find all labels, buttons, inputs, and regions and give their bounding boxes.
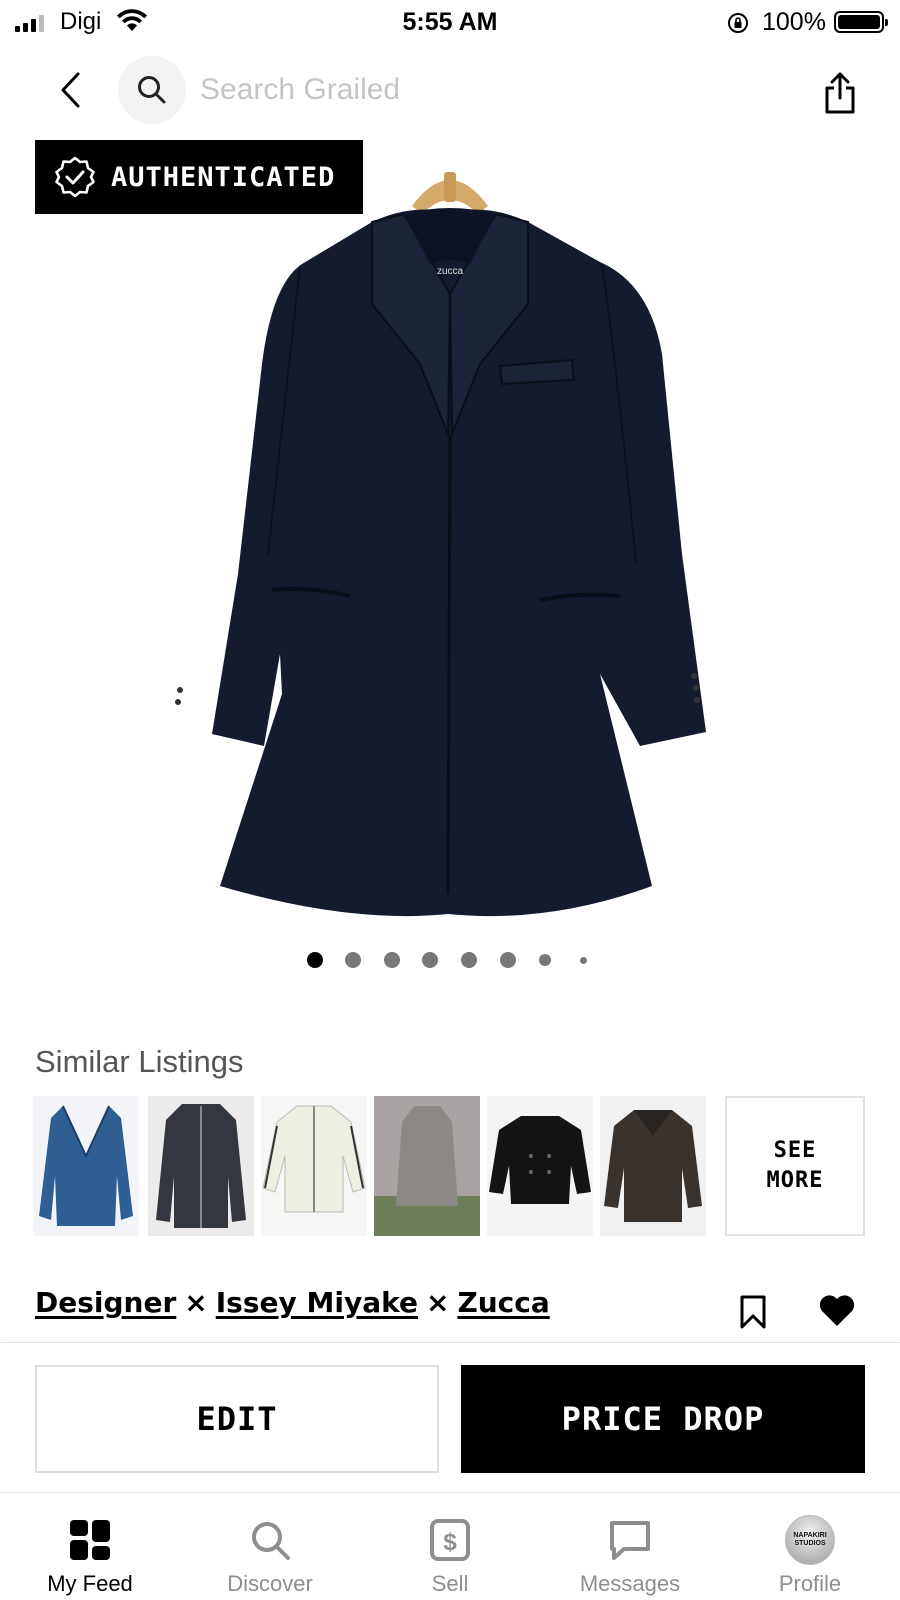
save-button[interactable]	[738, 1294, 768, 1332]
feed-icon	[70, 1520, 110, 1560]
designer-link[interactable]: Zucca	[457, 1286, 549, 1319]
tab-profile[interactable]: NAPAKIRI STUDIOS Profile	[720, 1493, 900, 1600]
tab-bar: My Feed Discover $ Sell Messages NAPAKIR…	[0, 1492, 900, 1600]
page-dot[interactable]	[580, 957, 587, 964]
tab-label: Messages	[579, 1571, 681, 1596]
page-dot[interactable]	[461, 952, 477, 968]
designer-links: Designer × Issey Miyake × Zucca	[35, 1286, 550, 1319]
tab-messages[interactable]: Messages	[540, 1493, 720, 1600]
authenticated-badge: AUTHENTICATED	[35, 140, 363, 214]
edit-button[interactable]: EDIT	[35, 1365, 439, 1473]
share-icon	[825, 72, 855, 114]
page-dot[interactable]	[539, 954, 551, 966]
page-dot[interactable]	[500, 952, 516, 968]
designer-separator: ×	[425, 1286, 450, 1319]
back-button[interactable]	[50, 66, 90, 114]
tab-discover[interactable]: Discover	[180, 1493, 360, 1600]
price-drop-button[interactable]: PRICE DROP	[461, 1365, 865, 1473]
similar-listing-thumb[interactable]	[600, 1096, 706, 1236]
similar-listing-thumb[interactable]	[261, 1096, 367, 1236]
page-dot[interactable]	[345, 952, 361, 968]
coat-photo: zucca	[175, 172, 706, 917]
designer-link[interactable]: Designer	[35, 1286, 176, 1319]
verified-check-icon	[55, 156, 95, 198]
battery-icon	[834, 11, 888, 33]
tab-label: Profile	[778, 1571, 842, 1596]
status-bar: Digi 5:55 AM 100%	[0, 0, 900, 48]
similar-listing-thumb[interactable]	[487, 1096, 593, 1236]
tab-my-feed[interactable]: My Feed	[0, 1493, 180, 1600]
action-bar: EDIT PRICE DROP	[0, 1342, 900, 1490]
page-dot[interactable]	[422, 952, 438, 968]
search-button[interactable]	[118, 56, 186, 124]
page-dot[interactable]	[384, 952, 400, 968]
tab-label: Discover	[227, 1571, 313, 1596]
page-dot-active[interactable]	[307, 952, 323, 968]
designer-link[interactable]: Issey Miyake	[216, 1286, 418, 1319]
similar-listings-title: Similar Listings	[35, 1044, 244, 1079]
designer-separator: ×	[184, 1286, 208, 1319]
dollar-tag-icon: $	[430, 1519, 470, 1561]
top-nav	[0, 56, 900, 126]
image-pagination	[0, 950, 900, 970]
tab-sell[interactable]: $ Sell	[360, 1493, 540, 1600]
see-more-button[interactable]: SEE MORE	[725, 1096, 865, 1236]
avatar: NAPAKIRI STUDIOS	[785, 1515, 835, 1565]
similar-listing-thumb[interactable]	[33, 1096, 139, 1236]
search-icon	[138, 76, 166, 104]
similar-listing-thumb[interactable]	[374, 1096, 480, 1236]
heart-icon	[819, 1295, 855, 1326]
share-button[interactable]	[818, 68, 862, 118]
tab-label: My Feed	[47, 1571, 133, 1596]
favorite-button[interactable]	[818, 1294, 858, 1332]
similar-listing-thumb[interactable]	[148, 1096, 254, 1236]
battery-percent: 100%	[762, 8, 826, 36]
authenticated-label: AUTHENTICATED	[111, 161, 336, 193]
garment-label: zucca	[437, 266, 464, 277]
chat-bubble-icon	[610, 1521, 650, 1560]
product-image[interactable]: AUTHENTICATED zucca	[0, 134, 900, 934]
tab-label: Sell	[431, 1571, 469, 1596]
similar-listings-row: SEE MORE	[33, 1096, 883, 1236]
search-input[interactable]	[200, 70, 760, 110]
search-icon	[252, 1522, 290, 1560]
bookmark-icon	[740, 1295, 766, 1329]
chevron-left-icon	[61, 72, 80, 108]
svg-text:$: $	[443, 1529, 457, 1556]
rotation-lock-icon	[726, 11, 750, 40]
